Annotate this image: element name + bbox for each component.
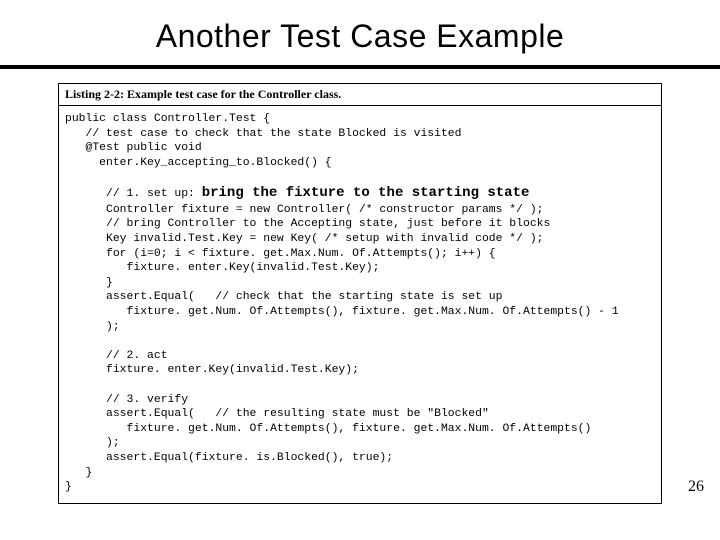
code-line: enter.Key_accepting_to.Blocked() { [65,157,332,169]
slide-title: Another Test Case Example [0,0,720,65]
page-number: 26 [688,478,704,496]
code-block: public class Controller.Test { // test c… [59,106,661,503]
code-line: @Test public void [65,142,202,154]
code-line: } [65,277,113,289]
code-line: assert.Equal( // check that the starting… [65,291,502,303]
code-line: fixture. get.Num. Of.Attempts(), fixture… [65,423,591,435]
code-line: ); [65,437,120,449]
code-line: // bring Controller to the Accepting sta… [65,218,550,230]
code-line: assert.Equal(fixture. is.Blocked(), true… [65,452,393,464]
code-line: } [65,481,72,493]
code-line: // test case to check that the state Blo… [65,128,461,140]
listing-caption: Listing 2-2: Example test case for the C… [59,84,661,106]
code-line: // 2. act [65,350,168,362]
code-line: Key invalid.Test.Key = new Key( /* setup… [65,233,544,245]
code-line: public class Controller.Test { [65,113,270,125]
code-line: fixture. get.Num. Of.Attempts(), fixture… [65,306,619,318]
code-highlight: bring the fixture to the starting state [202,185,530,201]
code-line: } [65,467,92,479]
title-divider [0,65,720,69]
listing-box: Listing 2-2: Example test case for the C… [58,83,662,504]
code-line: fixture. enter.Key(invalid.Test.Key); [65,262,379,274]
code-line: for (i=0; i < fixture. get.Max.Num. Of.A… [65,248,496,260]
code-line: assert.Equal( // the resulting state mus… [65,408,489,420]
code-line: ); [65,321,120,333]
code-line: // 3. verify [65,394,188,406]
code-line: fixture. enter.Key(invalid.Test.Key); [65,364,359,376]
code-line: // 1. set up: [65,188,202,200]
code-line: Controller fixture = new Controller( /* … [65,204,544,216]
